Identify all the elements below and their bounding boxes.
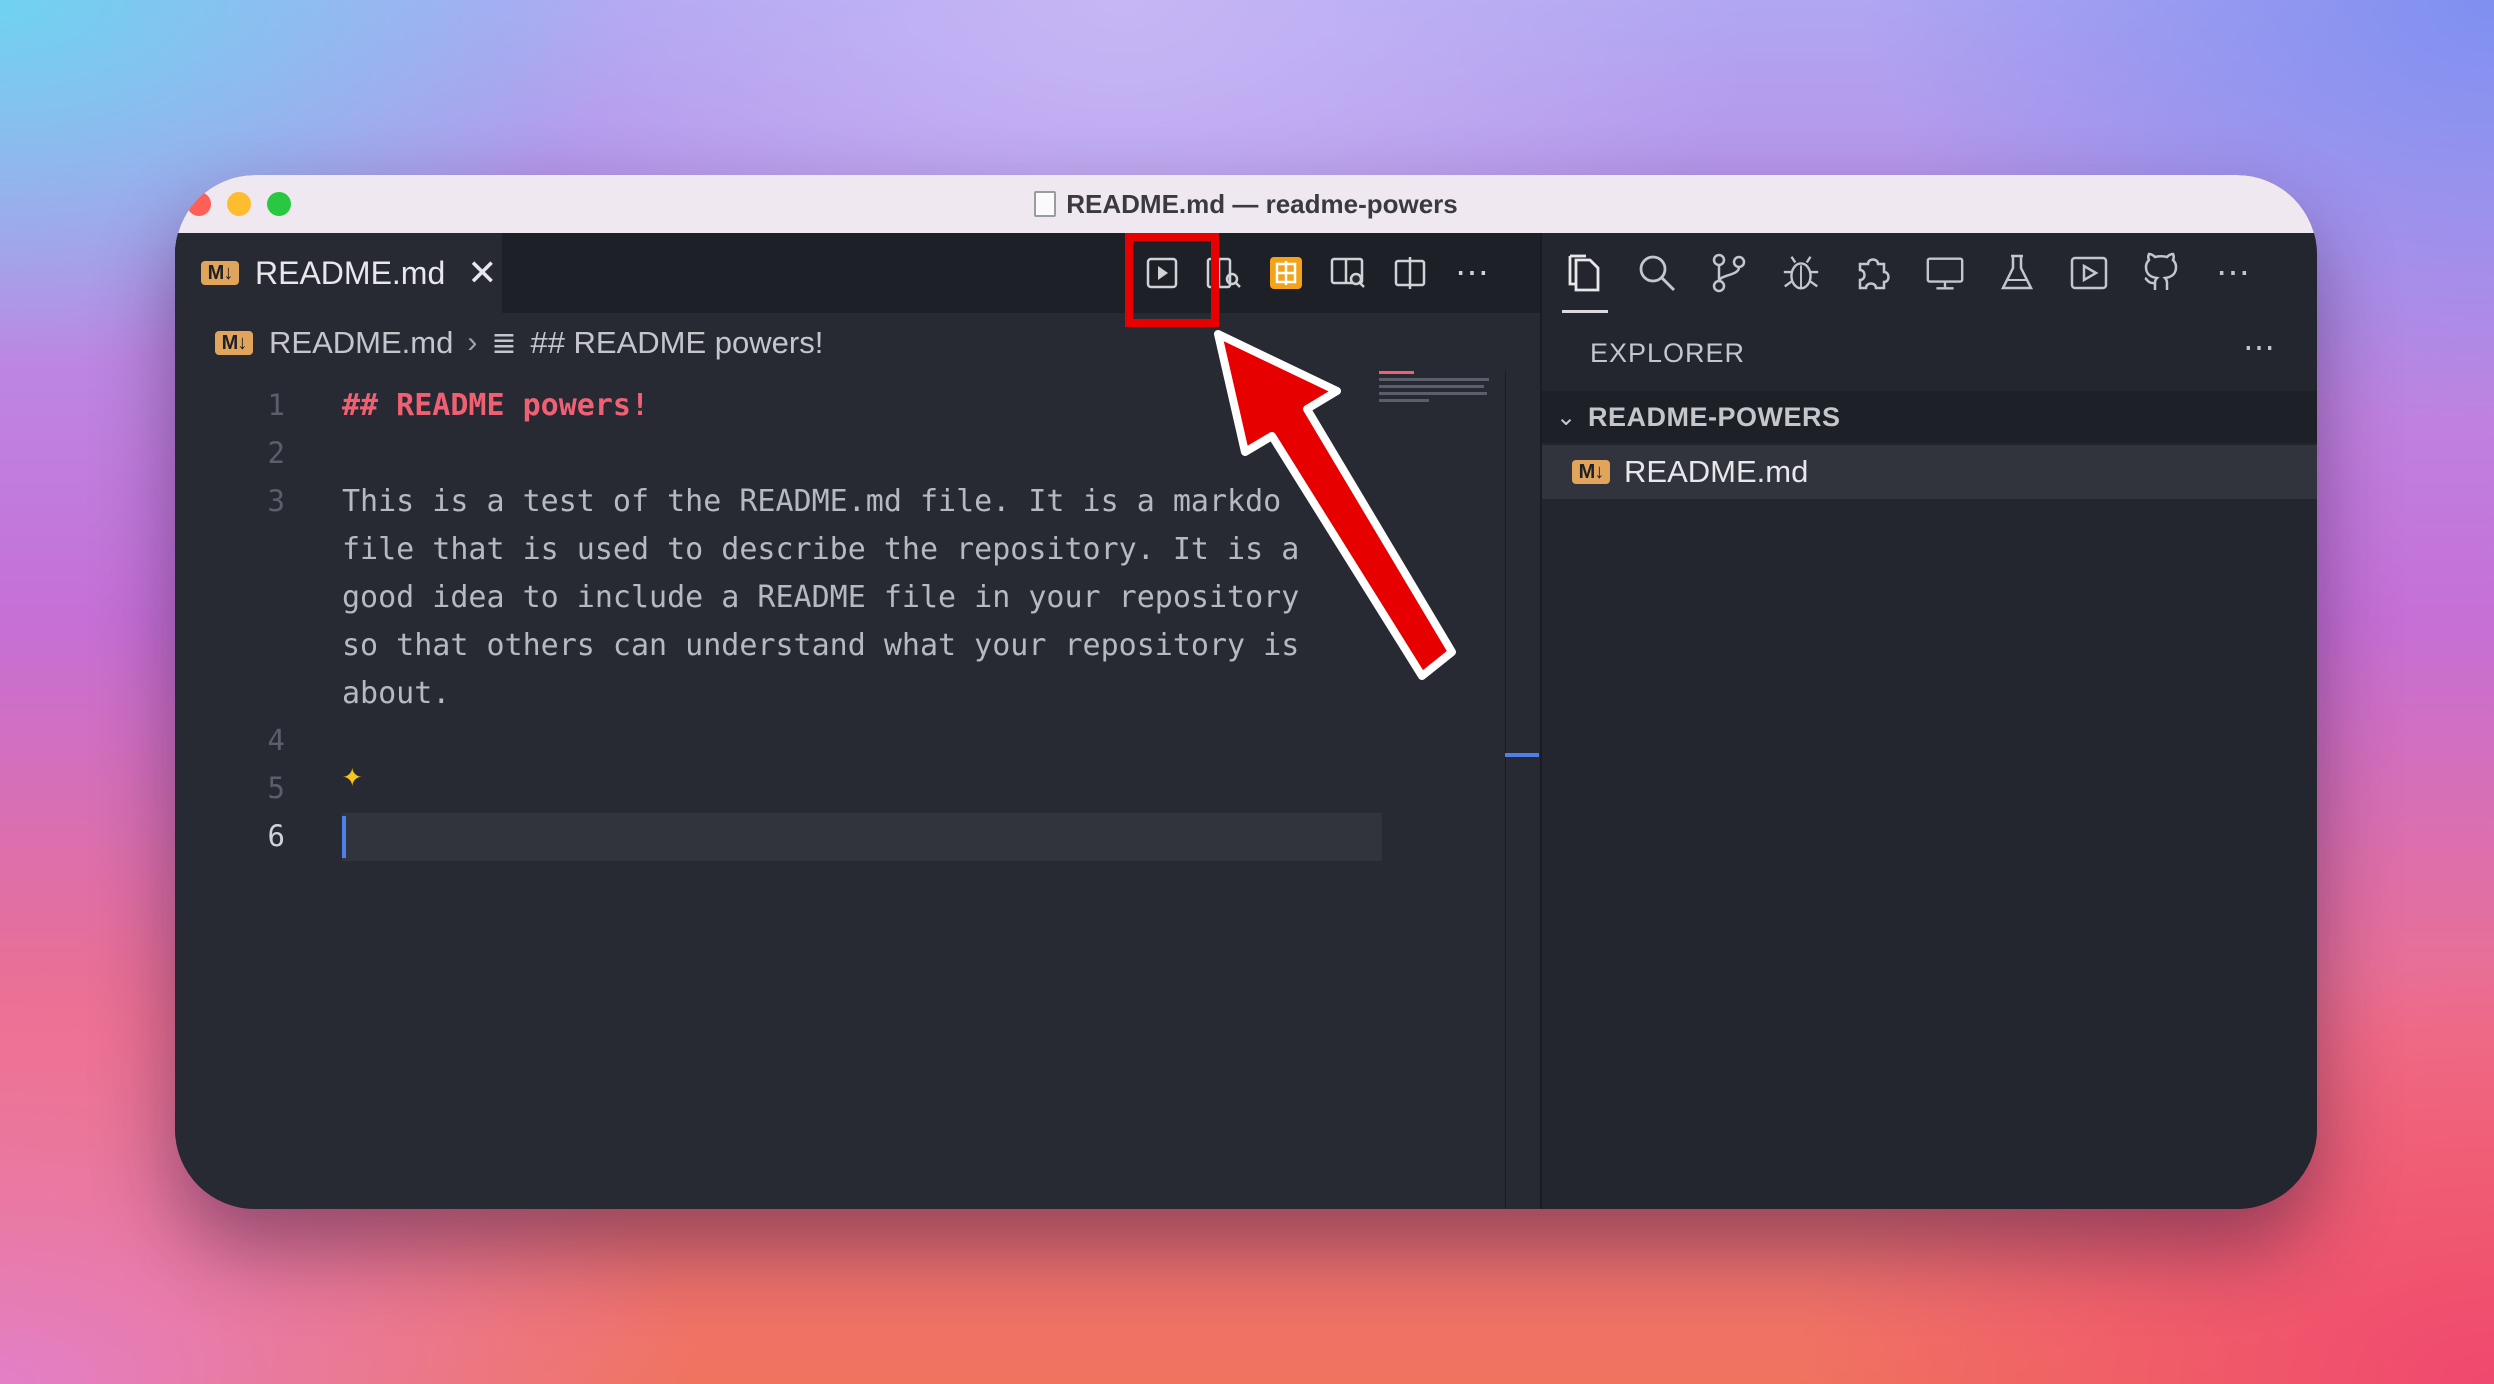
testing-icon[interactable] [1996,249,2038,297]
code-line: so that others can understand what your … [342,628,1300,663]
folder-readme-powers[interactable]: ⌄ README-POWERS [1542,391,2317,443]
tab-label: README.md [255,254,446,291]
extensions-icon[interactable] [1852,249,1894,297]
document-icon [1034,191,1057,217]
folder-label: README-POWERS [1588,401,1841,432]
symbol-icon: ≣ [491,326,517,360]
github-icon[interactable] [2140,249,2182,297]
minimize-window-button[interactable] [227,192,251,216]
explorer-title: EXPLORER [1590,338,1746,368]
vscode-window: README.md — readme-powers M↓ README.md ✕ [175,175,2317,1209]
editor-area: M↓ README.md ✕ ⋯ M↓ README.md › ≣ ## REA… [175,233,1540,1209]
sparkle-icon[interactable]: ✦ [342,755,362,795]
line-number: 4 [267,723,285,757]
line-number: 5 [267,771,285,805]
editor-tab-bar: M↓ README.md ✕ ⋯ [175,233,1540,327]
more-icon[interactable]: ⋯ [2212,249,2254,297]
editor-scrollbar[interactable] [1505,371,1506,1209]
breadcrumb-section[interactable]: ## README powers! [530,325,823,361]
secondary-sidebar: ⋯ EXPLORER ⋯ ⌄ README-POWERS M↓ README.m… [1540,233,2317,1209]
code-line: ## README powers! [342,388,650,423]
source-control-icon[interactable] [1708,249,1750,297]
current-line-highlight [342,813,1382,861]
code-line: file that is used to describe the reposi… [342,532,1300,567]
line-number: 1 [267,388,285,422]
split-editor-icon[interactable] [1389,252,1431,294]
search-icon[interactable] [1636,249,1678,297]
code-line: good idea to include a README file in yo… [342,580,1300,615]
run-icon[interactable] [2068,249,2110,297]
markdown-icon: M↓ [1572,460,1610,484]
tab-readme[interactable]: M↓ README.md ✕ [175,233,502,315]
markdown-icon: M↓ [201,261,239,285]
minimap[interactable] [1379,371,1489,411]
breadcrumb: M↓ README.md › ≣ ## README powers! [215,319,823,367]
line-number: 6 [267,819,285,853]
debug-icon[interactable] [1780,249,1822,297]
text-cursor [342,816,346,858]
markdown-icon: M↓ [215,331,253,355]
explorer-more-icon[interactable]: ⋯ [2243,328,2277,366]
remote-explorer-icon[interactable] [1924,249,1966,297]
line-number: 2 [267,436,285,470]
close-window-button[interactable] [187,192,211,216]
line-number: 3 [267,484,285,518]
activity-bar: ⋯ [1542,233,2317,313]
title-bar: README.md — readme-powers [175,175,2317,233]
files-icon[interactable] [1562,249,1608,313]
chevron-down-icon: ⌄ [1556,403,1577,431]
window-title: README.md — readme-powers [1034,189,1458,220]
code-line: This is a test of the README.md file. It… [342,484,1282,519]
scroll-position-marker [1505,753,1539,757]
code-line: about. [342,676,451,711]
breadcrumb-file[interactable]: README.md [269,325,453,361]
more-actions-icon[interactable]: ⋯ [1451,252,1493,294]
chevron-right-icon: › [467,326,478,359]
file-label: README.md [1624,454,1809,489]
highlight-box [1125,233,1219,327]
file-readme[interactable]: M↓ README.md [1542,445,2317,499]
close-tab-icon[interactable]: ✕ [467,255,497,291]
window-title-text: README.md — readme-powers [1066,188,1458,219]
table-icon[interactable] [1265,252,1307,294]
open-changes-icon[interactable] [1327,252,1369,294]
zoom-window-button[interactable] [267,192,291,216]
